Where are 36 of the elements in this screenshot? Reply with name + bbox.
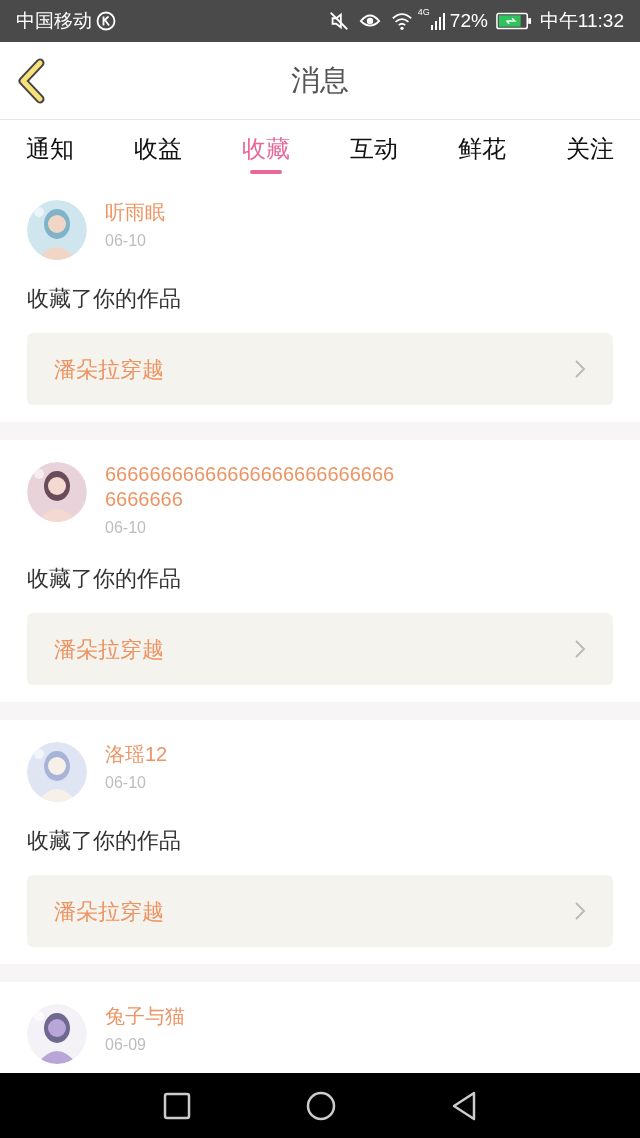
square-icon[interactable]: [163, 1091, 191, 1120]
message-date: 06-10: [105, 773, 147, 793]
mute-icon: [327, 10, 350, 32]
chevron-right-icon: [574, 639, 586, 659]
tab[interactable]: 通知: [26, 120, 74, 178]
circle-icon[interactable]: [306, 1090, 336, 1121]
message-text: 收藏了你的作品: [27, 565, 182, 593]
work-link[interactable]: 潘朵拉穿越: [27, 613, 613, 685]
work-link[interactable]: 潘朵拉穿越: [27, 875, 613, 947]
work-link[interactable]: 潘朵拉穿越: [27, 333, 613, 405]
message-date: 06-10: [105, 518, 147, 538]
k-circle-icon: [96, 11, 116, 31]
tab[interactable]: 互动: [350, 120, 398, 178]
signal-icon: [429, 11, 446, 31]
message-date: 06-10: [105, 231, 147, 251]
battery-icon: [495, 11, 532, 31]
back-triangle-icon[interactable]: [451, 1090, 477, 1121]
tab[interactable]: 关注: [566, 120, 614, 178]
user-name[interactable]: 兔子与猫: [105, 1004, 185, 1029]
user-name[interactable]: 洛瑶12: [105, 742, 168, 767]
message-date: 06-09: [105, 1035, 147, 1055]
chevron-right-icon: [574, 901, 586, 921]
user-name[interactable]: 听雨眠: [105, 200, 165, 225]
message-text: 收藏了你的作品: [27, 285, 182, 313]
clock: 中午11:32: [539, 8, 624, 33]
battery-percent: 72%: [449, 8, 488, 33]
page-title: 消息: [291, 62, 349, 98]
wifi-icon: [389, 10, 414, 32]
tab[interactable]: 收益: [134, 120, 182, 178]
tab[interactable]: 鲜花: [458, 120, 506, 178]
carrier-name: 中国移动: [16, 8, 92, 33]
message-text: 收藏了你的作品: [27, 827, 182, 855]
network-type: 4G: [417, 6, 430, 19]
chevron-right-icon: [574, 359, 586, 379]
tab[interactable]: 收藏: [242, 120, 290, 178]
user-name[interactable]: 666666666666666666666666666666666: [105, 462, 400, 512]
